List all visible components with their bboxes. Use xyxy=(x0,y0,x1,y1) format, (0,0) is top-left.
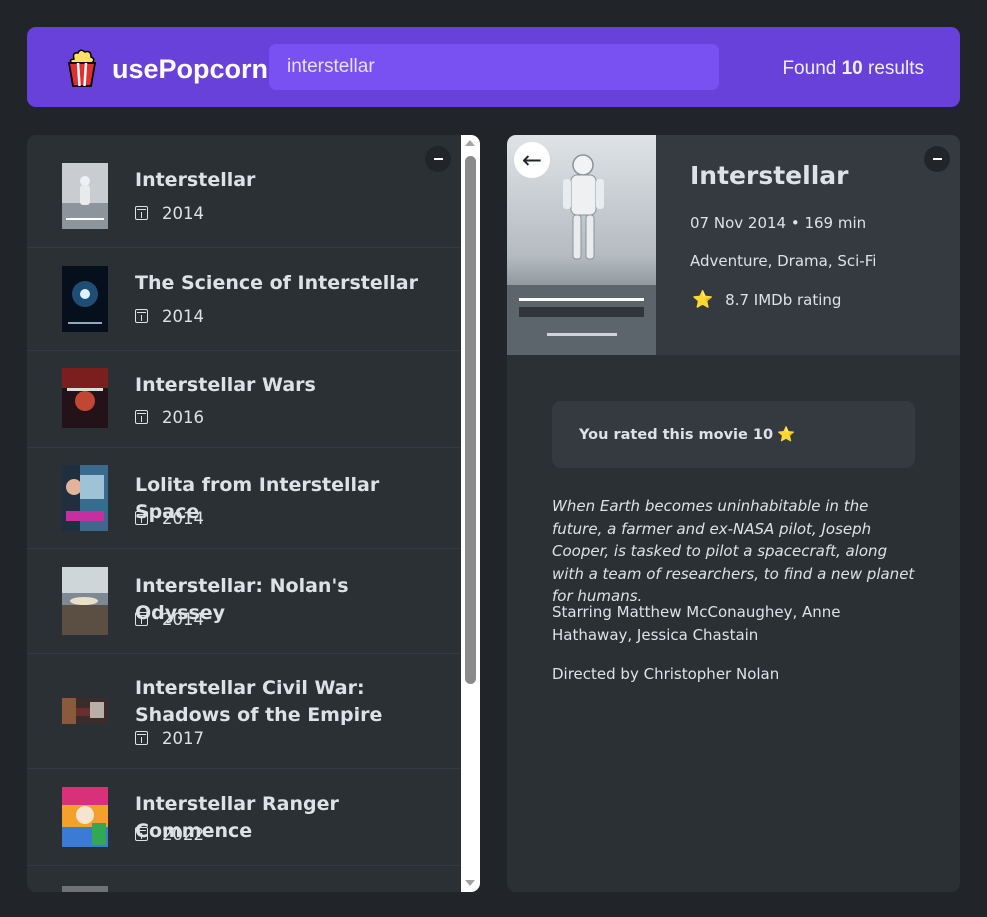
details-meta: 07 Nov 2014 • 169 min xyxy=(690,214,867,232)
details-title: Interstellar xyxy=(690,161,849,190)
movie-list: Interstellar 2014 The Science of Interst… xyxy=(27,135,461,892)
movie-year-text: 2016 xyxy=(162,407,204,427)
movie-list-item[interactable]: Interstellar: Nolan's Odyssey 2014 xyxy=(27,549,461,654)
movie-title: Interstellar xyxy=(135,169,256,191)
movie-year-text: 2022– xyxy=(162,824,213,844)
movie-poster xyxy=(62,698,108,724)
movie-list-item[interactable] xyxy=(27,866,461,892)
calendar-icon xyxy=(135,206,148,220)
scroll-up-arrow-icon[interactable] xyxy=(465,140,475,146)
movie-title: Interstellar Wars xyxy=(135,374,316,396)
results-prefix: Found xyxy=(782,58,842,79)
movie-list-item[interactable]: Interstellar 2014 xyxy=(27,135,461,248)
movie-list-item[interactable]: Interstellar Wars 2016 xyxy=(27,351,461,448)
scrollbar-thumb[interactable] xyxy=(465,156,476,684)
user-rating-box: You rated this movie 10 ⭐ xyxy=(552,401,915,468)
movie-list-item[interactable]: Interstellar Civil War: Shadows of the E… xyxy=(27,654,461,769)
star-icon: ⭐ xyxy=(692,290,714,310)
imdb-rating-text: 8.7 IMDb rating xyxy=(725,291,842,309)
movie-year: 2017 xyxy=(135,727,204,749)
popcorn-icon xyxy=(67,49,97,87)
calendar-icon xyxy=(135,827,148,841)
movie-year: 2014 xyxy=(135,305,204,327)
movie-year: 2014 xyxy=(135,507,204,529)
movie-year: 2014 xyxy=(135,608,204,630)
movie-plot: When Earth becomes uninhabitable in the … xyxy=(552,497,915,605)
results-suffix: results xyxy=(862,58,924,79)
movie-year: 2016 xyxy=(135,406,204,428)
movie-director: Directed by Christopher Nolan xyxy=(552,665,780,683)
movie-starring: Starring Matthew McConaughey, Anne Hatha… xyxy=(552,603,841,644)
arrow-left-icon: ← xyxy=(521,146,543,174)
movie-poster xyxy=(62,465,108,531)
movie-list-item[interactable]: Interstellar Ranger Commence 2022– xyxy=(27,769,461,866)
details-header: ← Interstellar 07 Nov 2014 • 169 min Adv… xyxy=(507,135,960,355)
calendar-icon xyxy=(135,731,148,745)
movie-poster xyxy=(62,163,108,229)
movie-title: Interstellar Civil War: Shadows of the E… xyxy=(135,677,383,726)
logo-text: usePopcorn xyxy=(112,54,269,84)
movie-poster xyxy=(62,886,108,892)
list-scrollbar[interactable] xyxy=(461,135,480,892)
user-rating-text: You rated this movie 10 xyxy=(579,426,774,443)
calendar-icon xyxy=(135,612,148,626)
collapse-list-button[interactable] xyxy=(425,146,451,172)
calendar-icon xyxy=(135,410,148,424)
movie-year-text: 2017 xyxy=(162,728,204,748)
details-rating: ⭐ 8.7 IMDb rating xyxy=(690,290,841,310)
search-input[interactable] xyxy=(269,44,719,90)
results-count: Found 10 results xyxy=(782,58,924,80)
details-genre: Adventure, Drama, Sci-Fi xyxy=(690,252,877,270)
star-icon: ⭐ xyxy=(777,427,796,443)
movie-year-text: 2014 xyxy=(162,609,204,629)
logo: usePopcorn xyxy=(65,49,268,89)
movie-poster xyxy=(62,266,108,332)
calendar-icon xyxy=(135,309,148,323)
movie-poster xyxy=(62,787,108,847)
calendar-icon xyxy=(135,511,148,525)
nav-bar: usePopcorn Found 10 results xyxy=(27,27,960,107)
movie-list-item[interactable]: Lolita from Interstellar Space 2014 xyxy=(27,448,461,549)
movie-year: 2022– xyxy=(135,823,212,845)
collapse-details-button[interactable] xyxy=(924,146,950,172)
movie-list-box: Interstellar 2014 The Science of Interst… xyxy=(27,135,480,892)
back-button[interactable]: ← xyxy=(514,142,550,178)
results-number: 10 xyxy=(841,58,863,79)
movie-year-text: 2014 xyxy=(162,306,204,326)
movie-poster xyxy=(62,567,108,635)
movie-year-text: 2014 xyxy=(162,203,204,223)
movie-title: The Science of Interstellar xyxy=(135,272,418,294)
movie-poster xyxy=(62,368,108,428)
movie-year: 2014 xyxy=(135,202,204,224)
movie-year-text: 2014 xyxy=(162,508,204,528)
scroll-down-arrow-icon[interactable] xyxy=(465,880,475,886)
movie-list-item[interactable]: The Science of Interstellar 2014 xyxy=(27,248,461,351)
movie-details-box: ← Interstellar 07 Nov 2014 • 169 min Adv… xyxy=(507,135,960,892)
